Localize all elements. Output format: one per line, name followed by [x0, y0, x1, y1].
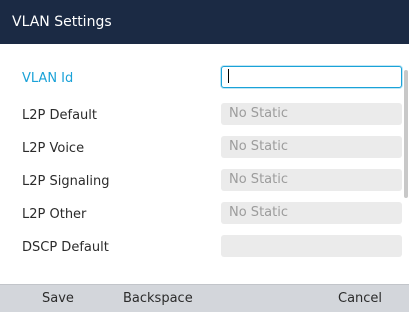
dscp-default-field[interactable] — [221, 235, 402, 257]
row-l2p-default[interactable]: L2P Default No Static — [0, 103, 402, 129]
row-l2p-other[interactable]: L2P Other No Static — [0, 202, 402, 228]
l2p-voice-field[interactable]: No Static — [221, 136, 402, 158]
softkey-bar: Save Backspace Cancel — [0, 284, 409, 312]
backspace-softkey[interactable]: Backspace — [123, 290, 193, 308]
scrollbar[interactable] — [404, 70, 408, 198]
l2p-voice-label: L2P Voice — [22, 141, 85, 156]
l2p-signaling-field[interactable]: No Static — [221, 169, 402, 191]
settings-list: VLAN Id L2P Default No Static L2P Voice … — [0, 44, 409, 284]
vlan-id-label: VLAN Id — [22, 71, 74, 86]
save-softkey[interactable]: Save — [42, 290, 74, 308]
l2p-default-field[interactable]: No Static — [221, 103, 402, 125]
title-bar: VLAN Settings — [0, 0, 409, 44]
row-l2p-voice[interactable]: L2P Voice No Static — [0, 136, 402, 162]
vlan-id-input[interactable] — [221, 66, 402, 88]
l2p-other-label: L2P Other — [22, 207, 87, 222]
l2p-other-field[interactable]: No Static — [221, 202, 402, 224]
window-title: VLAN Settings — [12, 14, 112, 30]
l2p-signaling-label: L2P Signaling — [22, 174, 110, 189]
text-cursor — [228, 68, 229, 83]
row-dscp-default[interactable]: DSCP Default — [0, 235, 402, 261]
l2p-default-label: L2P Default — [22, 108, 97, 123]
row-vlan-id[interactable]: VLAN Id — [0, 66, 402, 92]
row-l2p-signaling[interactable]: L2P Signaling No Static — [0, 169, 402, 195]
cancel-softkey[interactable]: Cancel — [338, 290, 382, 308]
dscp-default-label: DSCP Default — [22, 240, 109, 255]
